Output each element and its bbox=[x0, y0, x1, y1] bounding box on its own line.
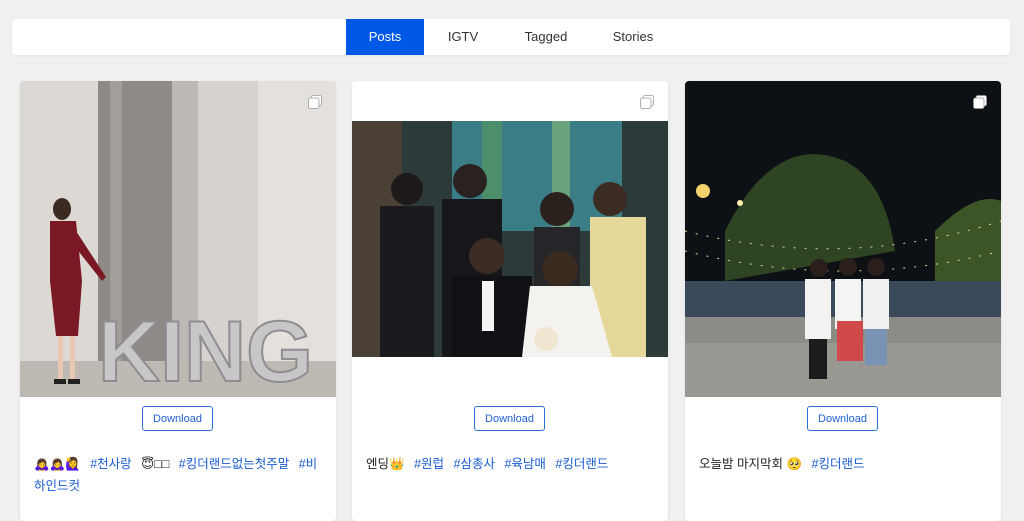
post-image[interactable]: KING bbox=[20, 81, 336, 397]
hashtag-link[interactable]: #삼총사 bbox=[454, 457, 495, 471]
hashtag-link[interactable]: #킹더랜드 bbox=[555, 457, 608, 471]
tab-tagged[interactable]: Tagged bbox=[512, 19, 580, 55]
post-image[interactable] bbox=[685, 81, 1001, 397]
post-card: Download 엔딩👑 #원럽 #삼총사 #육남매 #킹더랜드 bbox=[352, 81, 668, 521]
multi-photo-icon bbox=[640, 95, 654, 109]
hashtag-link[interactable]: #천사랑 bbox=[90, 457, 131, 471]
hashtag-link[interactable]: #킹더랜드 bbox=[812, 457, 865, 471]
hashtag-link[interactable]: #킹더랜드없는첫주말 bbox=[179, 457, 289, 471]
post-card: Download 오늘밤 마지막회 🥺 #킹더랜드 bbox=[685, 81, 1001, 521]
caption-text: 🙇‍♀️🙇‍♀️🙋‍♀️ bbox=[34, 457, 81, 471]
multi-photo-icon bbox=[973, 95, 987, 109]
tab-stories[interactable]: Stories bbox=[602, 19, 664, 55]
tab-igtv[interactable]: IGTV bbox=[436, 19, 490, 55]
download-button[interactable]: Download bbox=[807, 406, 878, 431]
post-card: KING Download 🙇‍♀️🙇‍♀️🙋‍♀️ #천사랑 😇□□ #킹더랜… bbox=[20, 81, 336, 521]
post-caption: 엔딩👑 #원럽 #삼총사 #육남매 #킹더랜드 bbox=[366, 453, 652, 475]
multi-photo-icon bbox=[308, 95, 322, 109]
tab-bar: Posts IGTV Tagged Stories bbox=[12, 19, 1010, 55]
tab-posts[interactable]: Posts bbox=[346, 19, 424, 55]
king-sign: KING bbox=[98, 304, 313, 397]
hashtag-link[interactable]: #육남매 bbox=[504, 457, 545, 471]
caption-text: 엔딩👑 bbox=[366, 457, 405, 471]
post-caption: 오늘밤 마지막회 🥺 #킹더랜드 bbox=[699, 453, 985, 475]
caption-text: 오늘밤 마지막회 🥺 bbox=[699, 457, 803, 471]
hashtag-link[interactable]: #원럽 bbox=[414, 457, 444, 471]
post-image[interactable] bbox=[352, 81, 668, 397]
caption-emoji: 😇□□ bbox=[141, 457, 170, 471]
download-button[interactable]: Download bbox=[474, 406, 545, 431]
post-caption: 🙇‍♀️🙇‍♀️🙋‍♀️ #천사랑 😇□□ #킹더랜드없는첫주말 #비하인드컷 bbox=[34, 453, 320, 497]
download-button[interactable]: Download bbox=[142, 406, 213, 431]
